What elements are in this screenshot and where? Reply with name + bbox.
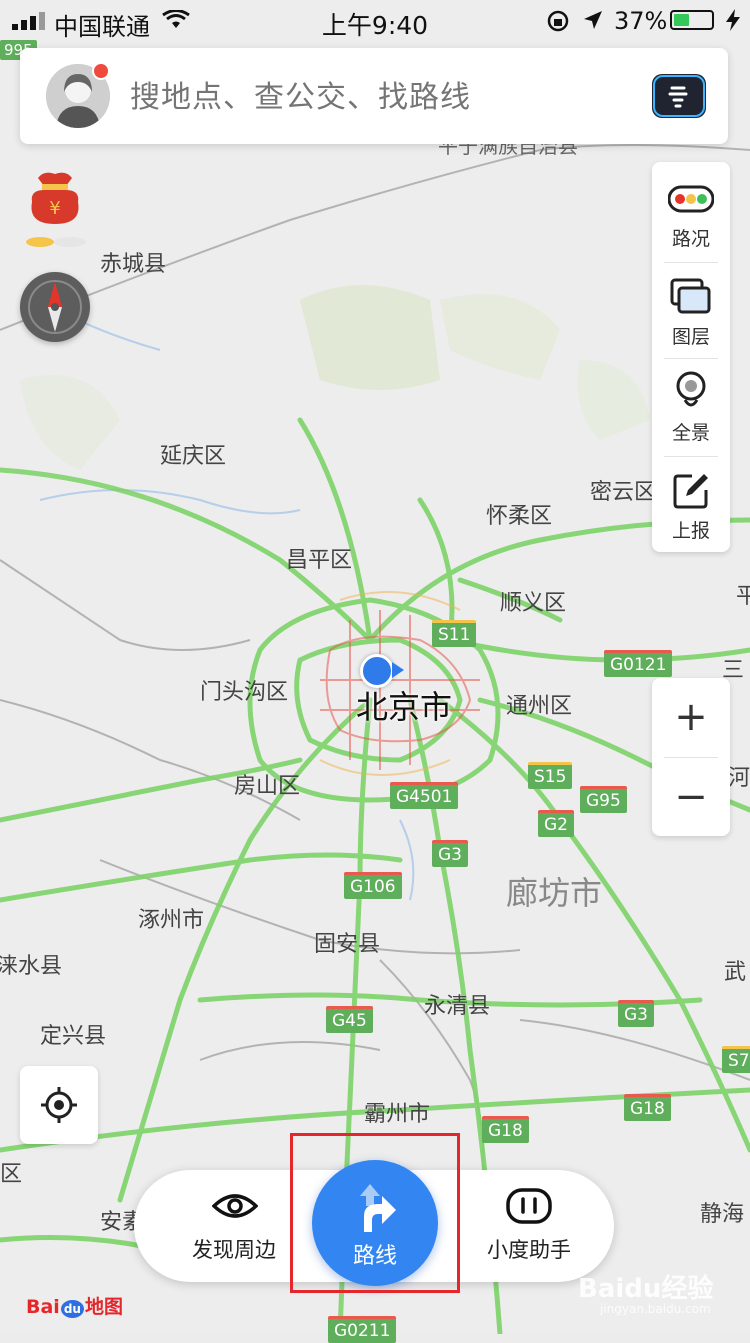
discover-nearby-button[interactable]: 发现周边 (174, 1170, 294, 1282)
compass-icon (28, 280, 82, 334)
orientation-lock-icon (547, 10, 569, 32)
discover-nearby-label: 发现周边 (192, 1238, 276, 1262)
compass-button[interactable] (20, 272, 90, 342)
voice-assistant-icon (653, 75, 705, 117)
zoom-in-button[interactable]: + (652, 678, 730, 756)
zoom-out-button[interactable]: − (652, 758, 730, 836)
zoom-controls: + − (652, 678, 730, 836)
charging-bolt-icon (726, 9, 740, 31)
status-bar: 中国联通 上午9:40 37% (0, 0, 750, 42)
map-tools-panel: 路况 图层 全景 上报 (652, 162, 730, 552)
panorama-pin-icon (676, 371, 706, 407)
battery-icon (670, 10, 714, 30)
current-location-marker (360, 654, 394, 688)
divider (664, 456, 718, 457)
traffic-label: 路况 (671, 228, 710, 250)
voice-assistant-button[interactable] (652, 74, 706, 118)
traffic-button[interactable]: 路况 (652, 166, 730, 262)
location-arrow-icon (584, 11, 602, 29)
watermark-url: jingyan.baidu.com (600, 1302, 711, 1316)
highlight-box (290, 1133, 460, 1293)
baidu-map-logo: Bai du 地图 (26, 1292, 123, 1319)
assistant-label: 小度助手 (487, 1238, 571, 1262)
divider (664, 262, 718, 263)
watermark: Baidu经验 (578, 1274, 714, 1304)
notification-dot (92, 62, 110, 80)
red-packet-icon[interactable]: ¥ (20, 162, 90, 252)
layers-button[interactable]: 图层 (652, 264, 730, 360)
svg-text:¥: ¥ (49, 198, 60, 219)
battery-percent: 37% (614, 7, 668, 35)
eye-icon (212, 1194, 258, 1218)
logo-map-text: 地图 (84, 1296, 123, 1318)
assistant-icon (506, 1188, 552, 1224)
crosshair-icon (41, 1087, 77, 1123)
logo-du: du (60, 1300, 84, 1318)
edit-icon (673, 474, 708, 509)
layers-icon (670, 278, 711, 314)
divider (664, 358, 718, 359)
search-input[interactable] (128, 70, 632, 124)
panorama-button[interactable]: 全景 (652, 360, 730, 456)
panorama-label: 全景 (671, 422, 710, 444)
report-button[interactable]: 上报 (652, 458, 730, 554)
locate-me-button[interactable] (20, 1066, 98, 1144)
battery-level (674, 14, 689, 26)
traffic-light-icon (668, 185, 714, 213)
heading-arrow-icon (392, 662, 404, 678)
search-bar[interactable] (20, 48, 728, 144)
report-label: 上报 (671, 520, 710, 542)
logo-bai: Bai (26, 1296, 60, 1318)
assistant-button[interactable]: 小度助手 (464, 1170, 594, 1282)
layers-label: 图层 (671, 326, 710, 348)
